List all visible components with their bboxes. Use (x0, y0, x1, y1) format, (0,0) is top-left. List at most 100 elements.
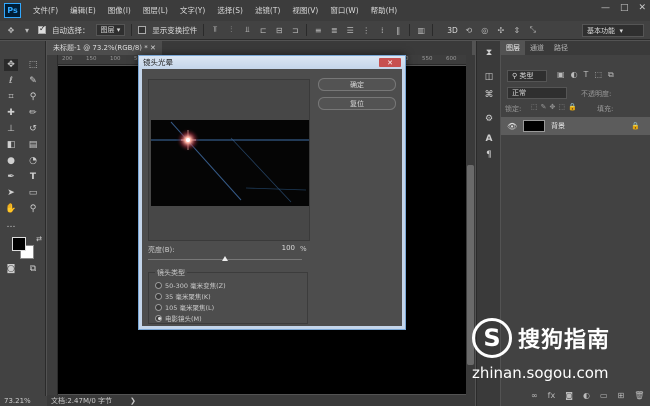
brightness-slider[interactable] (148, 256, 302, 261)
distribute-icon[interactable]: ☰ (345, 25, 355, 35)
quick-mask-icon[interactable]: ◙ (4, 263, 18, 275)
mask-icon[interactable]: ◙ (565, 391, 573, 400)
lock-icons[interactable]: ⬚✎✥⬚🔒 (531, 103, 580, 111)
doc-info[interactable]: 文档:2.47M/0 字节 (51, 396, 112, 406)
dialog-close-button[interactable]: ✕ (379, 58, 401, 67)
crop-tool-icon[interactable]: ⌗ (4, 91, 18, 103)
distribute-icon[interactable]: ⁞ (377, 25, 387, 35)
menu-type[interactable]: 文字(Y) (174, 5, 211, 16)
brightness-input[interactable]: 100 (267, 244, 295, 254)
zoom-readout[interactable]: 73.21% (0, 396, 47, 406)
brush-tool-icon[interactable]: ✏ (26, 107, 40, 119)
character-panel-icon[interactable]: A (482, 133, 496, 145)
distribute-icon[interactable]: ≣ (329, 25, 339, 35)
radio-button[interactable] (155, 314, 162, 322)
new-layer-icon[interactable]: ⊞ (618, 391, 625, 400)
image-filter-icon[interactable]: ▣ (557, 70, 565, 80)
stamp-tool-icon[interactable]: ⊥ (4, 123, 18, 135)
more-tools-icon[interactable]: … (4, 219, 18, 231)
shape-filter-icon[interactable]: ⬚ (594, 70, 602, 80)
lasso-tool-icon[interactable]: ℓ (4, 75, 18, 87)
path-select-tool-icon[interactable]: ➤ (4, 187, 18, 199)
close-window-button[interactable]: ✕ (638, 3, 646, 13)
3d-drag-icon[interactable]: ✣ (496, 25, 506, 35)
menu-filter[interactable]: 滤镜(T) (249, 5, 286, 16)
trash-icon[interactable]: 🗑 (634, 391, 644, 400)
type-tool-icon[interactable]: T (26, 171, 40, 183)
document-tab[interactable]: 未标题-1 @ 73.2%(RGB/8) * ✕ (47, 41, 162, 55)
menu-window[interactable]: 窗口(W) (324, 5, 364, 16)
adjustments-panel-icon[interactable]: ◫ (482, 71, 496, 83)
menu-select[interactable]: 选择(S) (211, 5, 249, 16)
lens-option-movie[interactable]: 电影镜头(M) (155, 313, 202, 323)
status-arrow-icon[interactable]: ❯ (130, 397, 136, 405)
chevron-down-icon[interactable]: ▾ (22, 25, 32, 35)
dodge-tool-icon[interactable]: ◔ (26, 155, 40, 167)
paragraph-panel-icon[interactable]: ¶ (482, 149, 496, 161)
brightness-slider-handle[interactable] (222, 256, 228, 261)
pen-tool-icon[interactable]: ✒ (4, 171, 18, 183)
radio-button[interactable] (155, 281, 162, 289)
menu-view[interactable]: 视图(V) (286, 5, 324, 16)
swap-colors-icon[interactable]: ⇄ (32, 233, 46, 245)
tab-channels[interactable]: 通道 (525, 41, 549, 55)
marquee-tool-icon[interactable]: ⬚ (26, 59, 40, 71)
fx-icon[interactable]: fx (548, 391, 556, 400)
show-transform-checkbox[interactable] (138, 26, 147, 34)
align-top-icon[interactable]: ⫪ (210, 25, 220, 35)
healing-tool-icon[interactable]: ✚ (4, 107, 18, 119)
blend-mode-dropdown[interactable]: 正常 (507, 87, 567, 99)
align-right-icon[interactable]: ⊐ (290, 25, 300, 35)
adjustment-filter-icon[interactable]: ◐ (571, 70, 578, 80)
menu-layer[interactable]: 图层(L) (137, 5, 174, 16)
adjustment-icon[interactable]: ◐ (583, 391, 590, 400)
menu-image[interactable]: 图像(I) (102, 5, 137, 16)
folder-icon[interactable]: ▭ (600, 391, 608, 400)
lens-option-zoom[interactable]: 50-300 毫米变焦(Z) (155, 280, 226, 290)
foreground-color-swatch[interactable] (12, 237, 26, 251)
align-center-icon[interactable]: ⊟ (274, 25, 284, 35)
blur-tool-icon[interactable]: ● (4, 155, 18, 167)
eraser-tool-icon[interactable]: ◧ (4, 139, 18, 151)
type-filter-icon[interactable]: T (584, 70, 589, 80)
auto-align-icon[interactable]: ▥ (416, 25, 426, 35)
lens-option-35mm[interactable]: 35 毫米聚焦(K) (155, 291, 211, 301)
rectangle-tool-icon[interactable]: ▭ (26, 187, 40, 199)
radio-button[interactable] (155, 303, 162, 311)
distribute-icon[interactable]: ‖ (393, 25, 403, 35)
maximize-button[interactable]: □ (620, 3, 629, 13)
flare-preview[interactable] (151, 120, 309, 206)
screen-mode-icon[interactable]: ⧉ (26, 263, 40, 275)
lens-option-105mm[interactable]: 105 毫米聚焦(L) (155, 302, 214, 312)
distribute-icon[interactable]: ≡ (313, 25, 323, 35)
quick-select-tool-icon[interactable]: ✎ (26, 75, 40, 87)
smart-filter-icon[interactable]: ⧉ (608, 70, 614, 80)
menu-edit[interactable]: 编辑(E) (64, 5, 102, 16)
tab-layers[interactable]: 图层 (501, 41, 525, 55)
zoom-tool-icon[interactable]: ⚲ (26, 203, 40, 215)
auto-select-dropdown[interactable]: 图层 ▾ (95, 24, 126, 36)
link-icon[interactable]: ∞ (531, 391, 538, 400)
3d-scale-icon[interactable]: ⤡ (528, 25, 538, 35)
move-tool-icon[interactable]: ✥ (6, 25, 16, 35)
gradient-tool-icon[interactable]: ▤ (26, 139, 40, 151)
tab-paths[interactable]: 路径 (549, 41, 573, 55)
history-panel-icon[interactable]: ⧗ (482, 47, 496, 59)
paths-panel-icon[interactable]: ⌘ (482, 89, 496, 101)
layer-row[interactable]: 👁 背景 🔒 (501, 117, 650, 135)
eye-icon[interactable]: 👁 (507, 122, 517, 131)
align-left-icon[interactable]: ⊏ (258, 25, 268, 35)
3d-slide-icon[interactable]: ⇕ (512, 25, 522, 35)
3d-rotate-icon[interactable]: ⟲ (464, 25, 474, 35)
reset-button[interactable]: 复位 (318, 97, 396, 110)
move-tool-icon[interactable]: ✥ (4, 59, 18, 71)
distribute-icon[interactable]: ⋮ (361, 25, 371, 35)
properties-panel-icon[interactable]: ⚙ (482, 113, 496, 125)
auto-select-checkbox[interactable] (38, 24, 46, 34)
dialog-titlebar[interactable]: 镜头光晕 ✕ (139, 56, 405, 69)
menu-help[interactable]: 帮助(H) (365, 5, 404, 16)
close-tab-icon[interactable]: ✕ (150, 44, 156, 52)
radio-button[interactable] (155, 292, 162, 300)
hand-tool-icon[interactable]: ✋ (4, 203, 18, 215)
workspace-dropdown[interactable]: 基本功能 ▾ (582, 24, 644, 37)
